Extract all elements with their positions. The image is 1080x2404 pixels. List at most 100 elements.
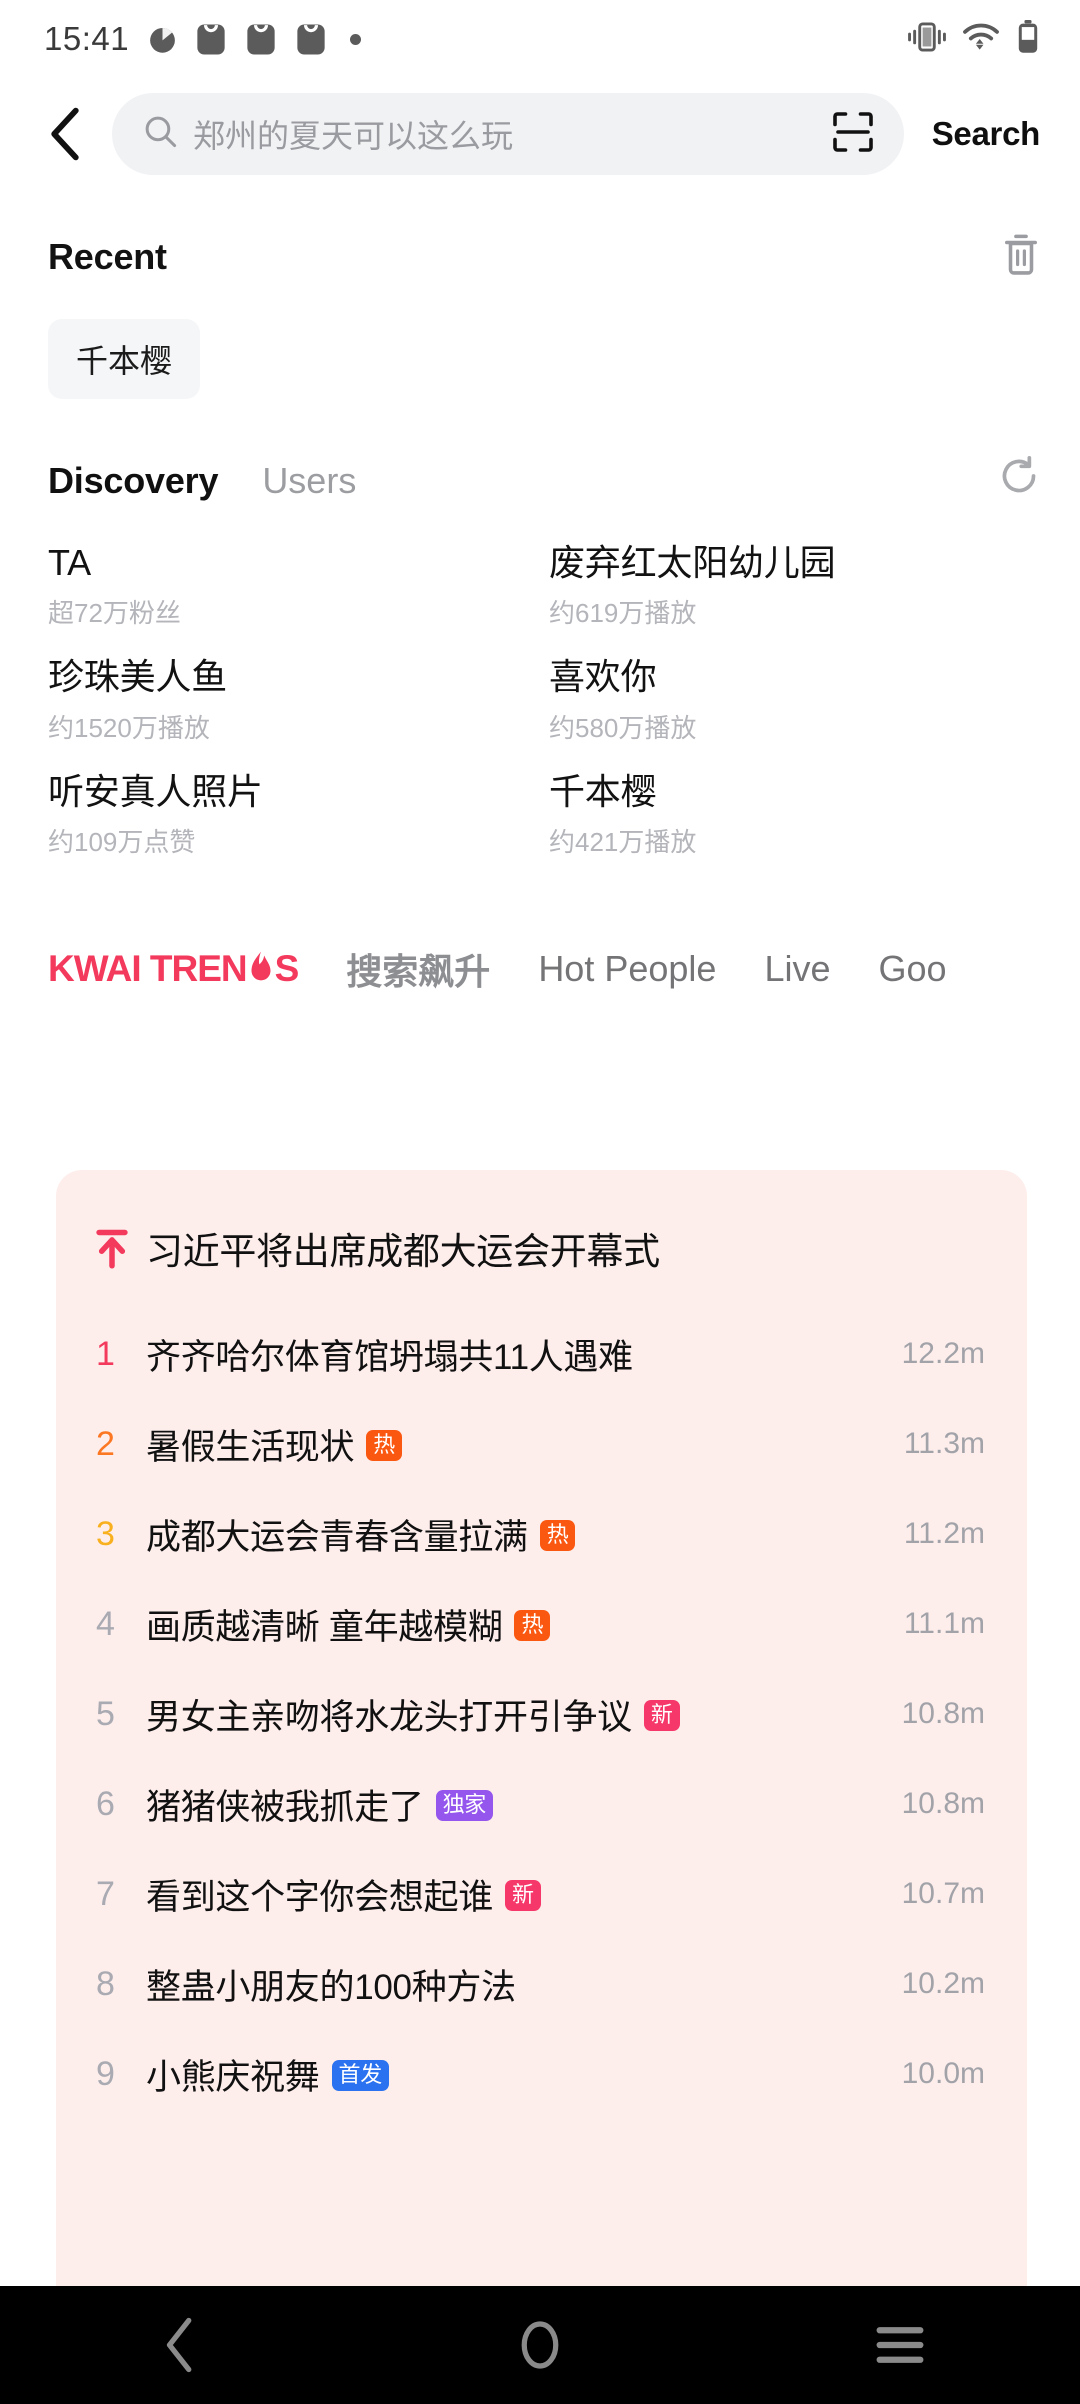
table-row[interactable]: 5 男女主亲吻将水龙头打开引争议 新 10.8m: [56, 1678, 1027, 1750]
status-badge: 热: [514, 1609, 551, 1641]
discovery-item-name: 废弃红太阳幼儿园: [549, 542, 836, 583]
trending-count: 11.3m: [903, 1427, 985, 1460]
discovery-item[interactable]: 千本樱 约421万播放: [549, 771, 1040, 859]
table-row[interactable]: 8 整蛊小朋友的100种方法 10.2m: [56, 1948, 1027, 2020]
home-nav-icon[interactable]: [480, 2295, 600, 2395]
search-placeholder-text: 郑州的夏天可以这么玩: [193, 118, 514, 154]
trending-title-text: 猪猪侠被我抓走了: [146, 1787, 424, 1827]
trending-count: 10.8m: [901, 1787, 985, 1820]
recent-chip-list: 千本樱: [48, 319, 1040, 399]
trending-title: 小熊庆祝舞 首发: [146, 2049, 855, 2100]
status-badge: 新: [643, 1699, 680, 1731]
table-row[interactable]: 2 暑假生活现状 热 11.3m: [56, 1408, 1027, 1480]
trending-rank: 2: [96, 1424, 115, 1463]
status-bar: 15:41: [0, 0, 1080, 78]
discovery-item[interactable]: 听安真人照片 约109万点赞: [48, 771, 539, 859]
discovery-item[interactable]: 废弃红太阳幼儿园 约619万播放: [549, 542, 1040, 630]
trending-title-text: 男女主亲吻将水龙头打开引争议: [146, 1697, 632, 1737]
tab-hot-people[interactable]: Hot People: [538, 948, 716, 990]
trending-title-text: 齐齐哈尔体育馆坍塌共11人遇难: [146, 1337, 633, 1377]
tab-search-rising[interactable]: 搜索飙升: [346, 943, 490, 995]
dot-icon: [350, 33, 362, 45]
table-row[interactable]: 7 看到这个字你会想起谁 新 10.7m: [56, 1858, 1027, 1930]
recent-title: Recent: [48, 235, 167, 277]
trending-count: 12.2m: [901, 1337, 985, 1370]
trending-title: 齐齐哈尔体育馆坍塌共11人遇难: [146, 1329, 855, 1380]
trending-rank: 1: [96, 1334, 115, 1373]
search-icon: [144, 115, 177, 153]
trending-title-text: 小熊庆祝舞: [146, 2057, 320, 2097]
trending-title: 猪猪侠被我抓走了 独家: [146, 1779, 855, 1830]
status-badge: 热: [539, 1519, 576, 1551]
table-row[interactable]: 3 成都大运会青春含量拉满 热 11.2m: [56, 1498, 1027, 1570]
discovery-item-meta: 约421万播放: [549, 827, 697, 858]
discovery-item-name: TA: [48, 542, 91, 583]
discovery-item[interactable]: 珍珠美人鱼 约1520万播放: [48, 656, 539, 744]
discovery-tabs: Discovery Users: [48, 460, 356, 502]
trending-rank: 7: [96, 1874, 115, 1913]
tab-goods[interactable]: Goo: [878, 948, 946, 990]
trending-count: 10.0m: [901, 2057, 985, 2090]
app-notification-icon: [246, 23, 279, 56]
discovery-header: Discovery Users: [48, 455, 1040, 502]
back-nav-icon[interactable]: [120, 2295, 240, 2395]
trending-rank: 9: [96, 2054, 115, 2093]
trending-title-text: 整蛊小朋友的100种方法: [146, 1967, 516, 2007]
back-button[interactable]: [30, 99, 100, 169]
trending-title: 习近平将出席成都大运会开幕式: [146, 1221, 855, 1275]
trending-title: 暑假生活现状 热: [146, 1419, 855, 1470]
status-time: 15:41: [44, 20, 130, 57]
tab-users[interactable]: Users: [262, 460, 356, 502]
search-input[interactable]: 郑州的夏天可以这么玩: [112, 93, 904, 175]
status-bar-right: [908, 19, 1040, 59]
discovery-section: Discovery Users TA 超72万粉丝 废弃红太阳幼儿园 约619万…: [0, 399, 1080, 859]
recent-header: Recent: [48, 232, 1040, 281]
trash-icon[interactable]: [1002, 232, 1040, 281]
table-row[interactable]: 习近平将出席成都大运会开幕式: [56, 1196, 1027, 1300]
refresh-icon[interactable]: [998, 455, 1040, 502]
table-row[interactable]: 9 小熊庆祝舞 首发 10.0m: [56, 2038, 1027, 2110]
trending-rank: 8: [96, 1964, 115, 2003]
discovery-item-meta: 约109万点赞: [48, 827, 196, 858]
tab-discovery[interactable]: Discovery: [48, 460, 219, 502]
kwai-trends-logo-text: KWAI TREN: [48, 948, 248, 990]
trending-list-card: 习近平将出席成都大运会开幕式 1 齐齐哈尔体育馆坍塌共11人遇难 12.2m 2…: [56, 1170, 1027, 2288]
trending-rank: 3: [96, 1514, 115, 1553]
app-notification-icon: [196, 23, 229, 56]
trending-top-arrow-icon: [92, 1227, 146, 1269]
flame-icon: [248, 950, 274, 988]
discovery-item-meta: 约580万播放: [549, 712, 697, 743]
trending-count: 10.2m: [901, 1967, 985, 2000]
table-row[interactable]: 4 画质越清晰 童年越模糊 热 11.1m: [56, 1588, 1027, 1660]
trending-rank: 5: [96, 1694, 115, 1733]
trending-rows: 习近平将出席成都大运会开幕式 1 齐齐哈尔体育馆坍塌共11人遇难 12.2m 2…: [56, 1170, 1027, 2110]
search-button[interactable]: Search: [908, 115, 1054, 153]
trending-title-text: 看到这个字你会想起谁: [146, 1877, 494, 1917]
app-notification-icon: [296, 23, 329, 56]
scan-icon[interactable]: [832, 111, 874, 158]
back-chevron-icon: [51, 107, 79, 161]
trending-count: 10.8m: [901, 1697, 985, 1730]
discovery-item[interactable]: 喜欢你 约580万播放: [549, 656, 1040, 744]
recents-nav-icon[interactable]: [840, 2295, 960, 2395]
system-navigation-bar: [0, 2286, 1080, 2404]
trending-title-text: 习近平将出席成都大运会开幕式: [146, 1231, 660, 1272]
discovery-item-name: 珍珠美人鱼: [48, 656, 228, 698]
discovery-item-meta: 约1520万播放: [48, 712, 210, 743]
table-row[interactable]: 1 齐齐哈尔体育馆坍塌共11人遇难 12.2m: [56, 1318, 1027, 1390]
table-row[interactable]: 6 猪猪侠被我抓走了 独家 10.8m: [56, 1768, 1027, 1840]
recent-chip[interactable]: 千本樱: [48, 319, 201, 399]
status-badge: 新: [505, 1879, 541, 1911]
discovery-item[interactable]: TA 超72万粉丝: [48, 542, 539, 630]
trending-title-text: 暑假生活现状: [146, 1427, 355, 1467]
tab-live[interactable]: Live: [764, 948, 830, 990]
trending-title: 整蛊小朋友的100种方法: [146, 1959, 855, 2010]
status-badge: 首发: [331, 2059, 389, 2091]
trending-title: 看到这个字你会想起谁 新: [146, 1869, 855, 1920]
trending-title-text: 画质越清晰 童年越模糊: [146, 1607, 503, 1647]
discovery-grid: TA 超72万粉丝 废弃红太阳幼儿园 约619万播放 珍珠美人鱼 约1520万播…: [48, 542, 1040, 859]
trending-title: 男女主亲吻将水龙头打开引争议 新: [146, 1689, 855, 1740]
trending-title: 成都大运会青春含量拉满 热: [146, 1509, 855, 1560]
discovery-item-meta: 约619万播放: [549, 598, 697, 629]
tab-kwai-trends[interactable]: KWAI TREN S: [48, 948, 299, 990]
